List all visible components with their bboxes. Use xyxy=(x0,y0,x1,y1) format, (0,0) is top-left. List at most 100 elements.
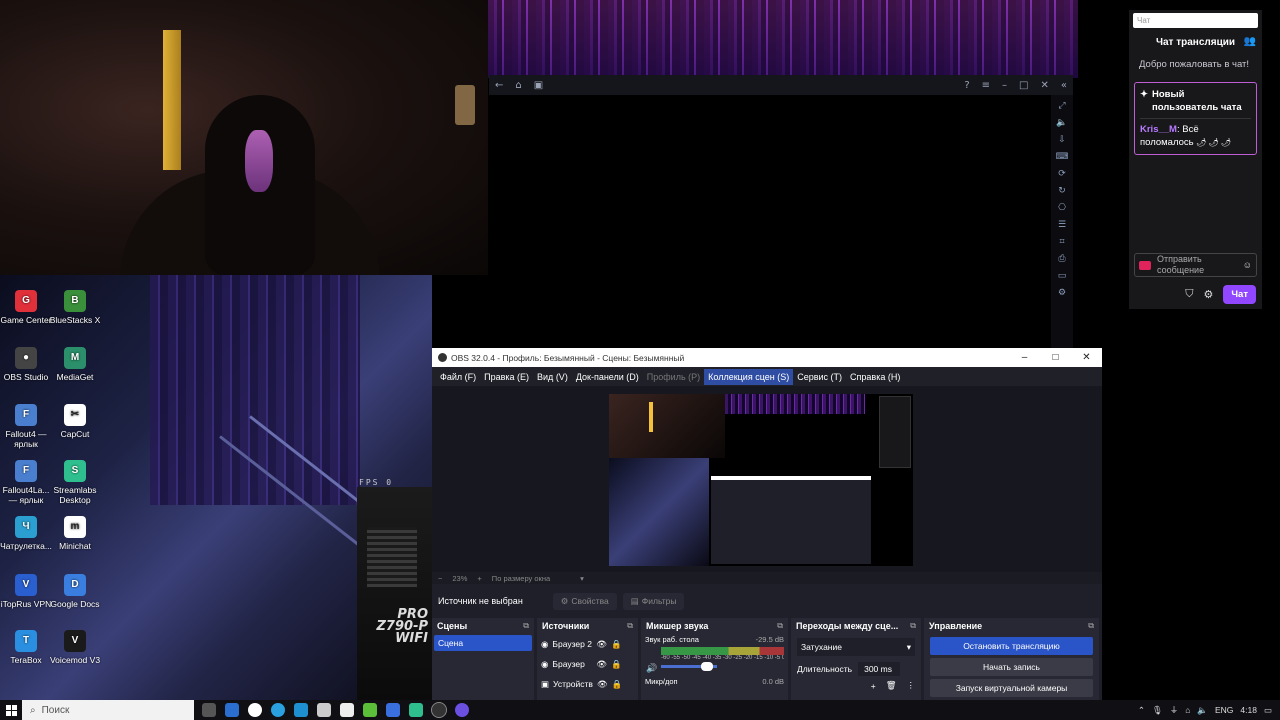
desktop-icon[interactable]: G Game Center xyxy=(0,290,52,325)
store-icon[interactable] xyxy=(340,703,354,717)
layers-icon[interactable]: ☰ xyxy=(1058,220,1066,230)
lock-icon[interactable]: 🔒 xyxy=(611,639,622,650)
refresh-icon[interactable]: ⟳ xyxy=(1058,169,1066,179)
chat-search-input[interactable]: Чат xyxy=(1133,13,1258,28)
source-row[interactable]: ◉ Браузер 👁 🔒 xyxy=(537,654,638,674)
import-icon[interactable]: ⇩ xyxy=(1058,135,1066,145)
desktop-icon[interactable]: D Google Docs xyxy=(49,574,101,609)
more-icon[interactable]: ⋮ xyxy=(907,680,916,691)
menu-edit[interactable]: Правка (E) xyxy=(480,369,533,385)
streamlabs-icon[interactable] xyxy=(409,703,423,717)
volume-slider[interactable] xyxy=(661,662,717,671)
volume-slider-knob[interactable] xyxy=(701,662,713,671)
shield-icon[interactable]: ⛉ xyxy=(1185,288,1193,301)
taskbar-search[interactable]: ⌕ Поиск xyxy=(22,700,194,720)
desktop-icon[interactable]: S Streamlabs Desktop xyxy=(49,460,101,505)
source-row[interactable]: ◉ Браузер 2 👁 🔒 xyxy=(537,634,638,654)
transition-select[interactable]: Затухание ▾ xyxy=(797,638,915,656)
start-record-button[interactable]: Начать запись xyxy=(930,658,1093,676)
expand-icon[interactable]: ⤢ xyxy=(1058,101,1065,111)
eye-icon[interactable]: 👁 xyxy=(596,659,607,670)
close-icon[interactable]: ✕ xyxy=(1040,80,1048,91)
folder-icon[interactable]: ▭ xyxy=(1058,271,1067,281)
collapse-icon[interactable]: « xyxy=(1061,80,1067,91)
stop-stream-button[interactable]: Остановить трансляцию xyxy=(930,637,1093,655)
menu-file[interactable]: Файл (F) xyxy=(436,369,480,385)
chat-send-button[interactable]: Чат xyxy=(1223,285,1256,304)
lock-icon[interactable]: 🔒 xyxy=(612,679,623,690)
twitch-studio-icon[interactable] xyxy=(455,703,469,717)
settings-icon[interactable]: ⚙ xyxy=(1058,288,1066,298)
microphone-icon[interactable]: 🎙 xyxy=(1152,705,1163,716)
desktop-icon[interactable]: V Voicemod V3 xyxy=(49,630,101,665)
zoom-out-icon[interactable]: − xyxy=(438,574,442,583)
zoom-mode[interactable]: По размеру окна xyxy=(492,574,550,583)
emote-icon[interactable]: ☺ xyxy=(1243,260,1252,271)
add-icon[interactable]: + xyxy=(871,681,876,691)
menu-scene-collection[interactable]: Коллекция сцен (S) xyxy=(704,368,794,385)
menu-view[interactable]: Вид (V) xyxy=(533,369,572,385)
tabs-icon[interactable]: ▣ xyxy=(534,80,543,91)
cursor-app-icon[interactable] xyxy=(317,703,331,717)
desktop-icon[interactable]: Ч Чатрулетка... xyxy=(0,516,52,551)
menu-tools[interactable]: Сервис (T) xyxy=(793,369,846,385)
zoom-in-icon[interactable]: + xyxy=(477,574,481,583)
desktop-icon[interactable]: T TeraBox xyxy=(0,630,52,665)
menu-help[interactable]: Справка (H) xyxy=(846,369,904,385)
dock-menu-icon[interactable]: ⧉ xyxy=(910,621,916,631)
start-button[interactable] xyxy=(0,704,22,716)
maximize-icon[interactable]: □ xyxy=(1019,80,1028,91)
clock[interactable]: 4:18 xyxy=(1240,705,1257,715)
desktop-icon[interactable]: m Minichat xyxy=(49,516,101,551)
back-icon[interactable]: ← xyxy=(495,80,503,91)
properties-button[interactable]: ⚙ Свойства xyxy=(552,592,617,610)
desktop-icon[interactable]: M MediaGet xyxy=(49,347,101,382)
network-icon[interactable]: ⌂ xyxy=(1185,705,1190,715)
obs-icon[interactable] xyxy=(431,702,447,718)
task-view-icon[interactable] xyxy=(202,703,216,717)
eye-icon[interactable]: 👁 xyxy=(596,639,607,650)
scene-item[interactable]: Сцена xyxy=(434,635,532,651)
gear-icon[interactable]: ⚙ xyxy=(1204,288,1214,301)
virtual-camera-button[interactable]: Запуск виртуальной камеры xyxy=(930,679,1093,697)
menu-icon[interactable]: ≡ xyxy=(982,80,990,91)
app-icon[interactable] xyxy=(294,703,308,717)
dock-menu-icon[interactable]: ⧉ xyxy=(1088,621,1094,631)
desktop-icon[interactable]: B BlueStacks X xyxy=(49,290,101,325)
close-icon[interactable]: ✕ xyxy=(1071,352,1102,363)
speaker-icon[interactable]: 🔊 xyxy=(646,663,657,674)
dock-menu-icon[interactable]: ⧉ xyxy=(777,621,783,631)
language-indicator[interactable]: ENG xyxy=(1215,705,1233,715)
desktop-icon[interactable]: ViTopRus VPN xyxy=(0,574,52,609)
volume-icon[interactable]: 🔈 xyxy=(1056,118,1067,128)
filters-button[interactable]: ▤ Фильтры xyxy=(622,592,685,610)
lock-icon[interactable]: 🔒 xyxy=(611,659,622,670)
preview-canvas[interactable] xyxy=(609,394,913,566)
shield-app-icon[interactable] xyxy=(386,703,400,717)
monitor-app-icon[interactable] xyxy=(225,703,239,717)
desktop-icon[interactable]: F Fallout4 — ярлык xyxy=(0,404,52,449)
source-row[interactable]: ▣ Устройство 👁 🔒 xyxy=(537,674,638,694)
dock-menu-icon[interactable]: ⧉ xyxy=(627,621,633,631)
home-icon[interactable]: ⌂ xyxy=(515,80,521,91)
keyboard-icon[interactable]: ⌨ xyxy=(1056,152,1069,162)
chat-username[interactable]: Kris__M xyxy=(1140,124,1177,135)
minimize-icon[interactable]: – xyxy=(1002,80,1007,91)
dock-menu-icon[interactable]: ⧉ xyxy=(523,621,529,631)
trash-icon[interactable]: 🗑 xyxy=(886,680,897,691)
chevron-down-icon[interactable]: ▾ xyxy=(580,574,584,583)
bluestacks-icon[interactable] xyxy=(363,703,377,717)
chat-message-input[interactable]: Отправить сообщение ☺ xyxy=(1134,253,1257,277)
desktop-icon[interactable]: ● OBS Studio xyxy=(0,347,52,382)
duration-input[interactable]: 300 ms xyxy=(858,662,901,676)
menu-docks[interactable]: Док-панели (D) xyxy=(572,369,643,385)
crop-icon[interactable]: ⌗ xyxy=(1059,237,1064,247)
rotate-icon[interactable]: ↻ xyxy=(1058,186,1066,196)
gamepad-icon[interactable]: ⎔ xyxy=(1058,203,1066,213)
maximize-icon[interactable]: □ xyxy=(1040,352,1071,363)
eye-icon[interactable]: 👁 xyxy=(597,679,608,690)
yandex-browser-icon[interactable] xyxy=(248,703,262,717)
screenshot-icon[interactable]: ⎙ xyxy=(1058,254,1065,264)
menu-profile[interactable]: Профиль (P) xyxy=(643,369,704,385)
chevron-up-icon[interactable]: ⌃ xyxy=(1138,705,1145,716)
